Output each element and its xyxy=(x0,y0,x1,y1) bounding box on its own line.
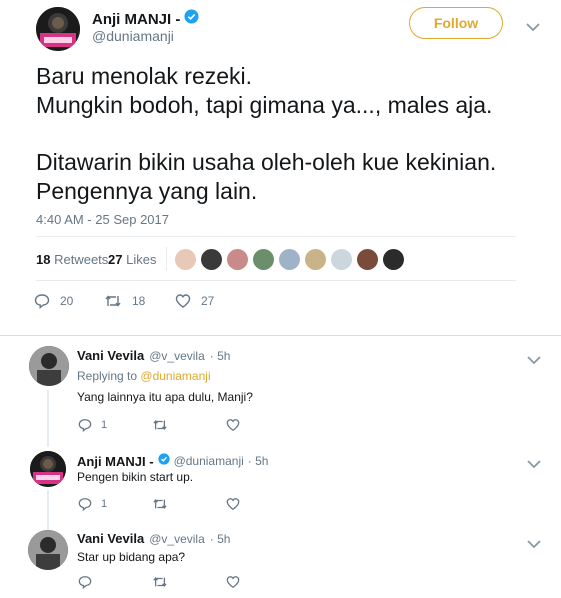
reply-avatar[interactable] xyxy=(30,451,66,487)
retweet-icon[interactable] xyxy=(152,418,168,437)
retweets-stat[interactable]: 18 Retweets xyxy=(36,252,108,267)
reply-action[interactable]: 1 xyxy=(78,418,107,432)
reply-icon xyxy=(78,497,92,511)
verified-badge-icon xyxy=(157,452,170,470)
reply-icon[interactable] xyxy=(78,575,92,594)
retweet-action[interactable]: 18 xyxy=(104,293,145,309)
reply-count: 20 xyxy=(60,294,74,308)
chevron-down-icon[interactable] xyxy=(527,456,541,474)
liker-avatar[interactable] xyxy=(253,249,274,270)
reply-icon xyxy=(34,293,50,309)
reply-author-handle[interactable]: @v_vevila xyxy=(149,532,205,546)
reply-time[interactable]: · 5h xyxy=(210,532,231,546)
chevron-down-icon[interactable] xyxy=(527,352,541,370)
reply-avatar[interactable] xyxy=(29,346,69,386)
thread-line xyxy=(47,390,49,447)
reply-action[interactable]: 20 xyxy=(34,293,73,309)
tweet-timestamp[interactable]: 4:40 AM - 25 Sep 2017 xyxy=(36,212,169,227)
reply-count: 1 xyxy=(101,419,108,431)
author-name[interactable]: Anji MANJI - xyxy=(92,11,180,28)
divider xyxy=(36,236,516,237)
reply-count: 1 xyxy=(101,498,108,510)
replying-to-label: Replying to xyxy=(77,369,138,383)
like-icon[interactable] xyxy=(226,497,240,516)
liker-avatars xyxy=(175,249,404,270)
verified-badge-icon xyxy=(184,9,199,29)
liker-avatar[interactable] xyxy=(201,249,222,270)
retweet-icon xyxy=(104,293,122,309)
likes-count: 27 xyxy=(108,252,123,267)
likes-stat[interactable]: 27 Likes xyxy=(108,252,156,267)
retweets-label: Retweets xyxy=(54,252,109,267)
reply-avatar[interactable] xyxy=(28,530,68,570)
retweet-icon[interactable] xyxy=(152,497,168,516)
divider xyxy=(0,335,561,336)
chevron-down-icon[interactable] xyxy=(526,19,540,37)
reply-author-handle[interactable]: @duniamanji xyxy=(174,454,244,468)
reply-time[interactable]: · 5h xyxy=(210,349,231,363)
thread-line xyxy=(47,490,49,530)
chevron-down-icon[interactable] xyxy=(527,536,541,554)
like-icon xyxy=(175,293,191,309)
retweet-icon[interactable] xyxy=(152,575,168,594)
divider xyxy=(36,280,516,281)
liker-avatar[interactable] xyxy=(227,249,248,270)
liker-avatar[interactable] xyxy=(357,249,378,270)
tweet-text-line-3: Ditawarin bikin usaha oleh-oleh kue keki… xyxy=(36,149,497,175)
reply-text: Yang lainnya itu apa dulu, Manji? xyxy=(77,390,253,404)
reply-action[interactable]: 1 xyxy=(78,497,107,511)
tweet-text-line-2: Mungkin bodoh, tapi gimana ya..., males … xyxy=(36,92,493,118)
like-icon[interactable] xyxy=(226,418,240,437)
reply-icon xyxy=(78,418,92,432)
reply-author-handle[interactable]: @v_vevila xyxy=(149,349,205,363)
like-action[interactable]: 27 xyxy=(175,293,214,309)
retweets-count: 18 xyxy=(36,252,51,267)
author-handle[interactable]: @duniamanji xyxy=(92,28,174,44)
liker-avatar[interactable] xyxy=(383,249,404,270)
reply-author-name[interactable]: Vani Vevila xyxy=(77,531,144,546)
follow-button[interactable]: Follow xyxy=(409,7,503,39)
like-count: 27 xyxy=(201,294,215,308)
reply-text: Pengen bikin start up. xyxy=(77,470,194,484)
tweet-text-line-4: Pengennya yang lain. xyxy=(36,178,258,204)
liker-avatar[interactable] xyxy=(279,249,300,270)
liker-avatar[interactable] xyxy=(305,249,326,270)
reply-text: Star up bidang apa? xyxy=(77,550,186,564)
stats-separator xyxy=(166,247,167,271)
reply-time[interactable]: · 5h xyxy=(248,454,269,468)
tweet-text-line-1: Baru menolak rezeki. xyxy=(36,63,253,89)
liker-avatar[interactable] xyxy=(175,249,196,270)
author-avatar[interactable] xyxy=(36,7,80,51)
replying-to-link[interactable]: @duniamanji xyxy=(140,369,210,383)
likes-label: Likes xyxy=(126,252,157,267)
like-icon[interactable] xyxy=(226,575,240,594)
liker-avatar[interactable] xyxy=(331,249,352,270)
reply-author-name[interactable]: Anji MANJI - xyxy=(77,454,154,469)
reply-author-name[interactable]: Vani Vevila xyxy=(77,348,144,363)
retweet-count: 18 xyxy=(132,294,146,308)
